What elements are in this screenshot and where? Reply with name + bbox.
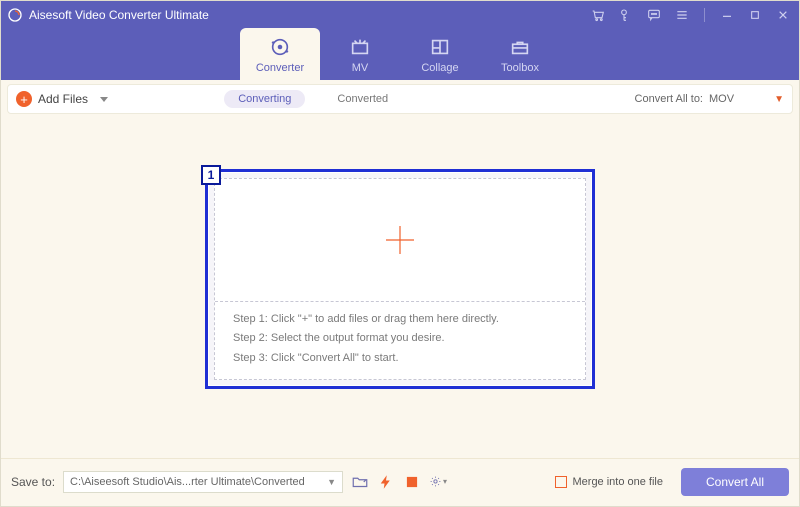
chevron-down-icon: ▼ [327,477,336,487]
save-to-label: Save to: [11,475,55,489]
toolbar: + Add Files Converting Converted Convert… [7,84,793,114]
add-files-button[interactable]: + Add Files [16,91,108,107]
titlebar-actions [590,7,791,23]
format-value: MOV [709,93,734,105]
bottom-bar: Save to: C:\Aiseesoft Studio\Ais...rter … [1,458,799,504]
plus-icon: + [16,91,32,107]
app-title: Aisesoft Video Converter Ultimate [29,8,209,22]
header: Converter MV Collage Toolbox [1,28,799,80]
minimize-icon[interactable] [719,7,735,23]
save-path-value: C:\Aiseesoft Studio\Ais...rter Ultimate\… [70,476,305,488]
titlebar: Aisesoft Video Converter Ultimate [1,1,799,28]
convert-all-to: Convert All to: MOV ▼ [635,93,784,105]
tab-label: Toolbox [501,62,539,74]
maximize-icon[interactable] [747,7,763,23]
gpu-icon[interactable] [403,473,421,491]
format-select[interactable]: MOV ▼ [709,93,784,105]
convert-all-button[interactable]: Convert All [681,468,789,496]
tab-label: Collage [421,62,458,74]
step-badge: 1 [201,165,221,185]
tab-label: MV [352,62,369,74]
segment-converting[interactable]: Converting [224,90,305,108]
chevron-down-icon: ▼ [774,94,784,105]
add-files-label: Add Files [38,92,88,106]
plus-icon [380,220,420,260]
app-logo-icon [7,7,23,23]
instructions: Step 1: Click "+" to add files or drag t… [215,301,585,379]
hw-accel-icon[interactable] [377,473,395,491]
save-path-select[interactable]: C:\Aiseesoft Studio\Ais...rter Ultimate\… [63,471,343,493]
step-text: Step 2: Select the output format you des… [233,329,567,349]
segment-converted[interactable]: Converted [323,90,402,108]
drop-target[interactable] [215,179,585,301]
tab-converter[interactable]: Converter [240,28,320,80]
tab-mv[interactable]: MV [320,28,400,80]
collage-icon [429,36,451,58]
tab-collage[interactable]: Collage [400,28,480,80]
status-segment: Converting Converted [224,90,402,108]
step-text: Step 3: Click "Convert All" to start. [233,349,567,369]
convert-all-to-label: Convert All to: [635,93,703,105]
menu-icon[interactable] [674,7,690,23]
converter-icon [269,36,291,58]
tab-label: Converter [256,62,304,74]
toolbox-icon [509,36,531,58]
step-text: Step 1: Click "+" to add files or drag t… [233,310,567,330]
main-area: 1 Step 1: Click "+" to add files or drag… [1,114,799,458]
close-icon[interactable] [775,7,791,23]
checkbox-icon [555,476,567,488]
chat-icon[interactable] [646,7,662,23]
main-tabs: Converter MV Collage Toolbox [240,28,560,80]
open-folder-icon[interactable] [351,473,369,491]
mv-icon [349,36,371,58]
drop-zone[interactable]: 1 Step 1: Click "+" to add files or drag… [205,169,595,458]
cart-icon[interactable] [590,7,606,23]
tab-toolbox[interactable]: Toolbox [480,28,560,80]
settings-icon[interactable]: ▾ [429,473,447,491]
merge-checkbox[interactable]: Merge into one file [555,476,664,488]
merge-label: Merge into one file [573,476,664,488]
key-icon[interactable] [618,7,634,23]
chevron-down-icon [100,97,108,102]
